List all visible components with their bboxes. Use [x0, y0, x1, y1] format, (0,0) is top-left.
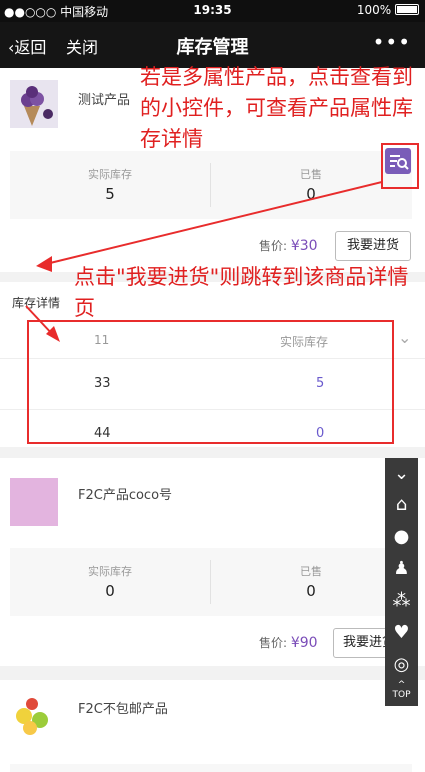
- battery-icon: [395, 4, 419, 15]
- stats-panel: 实际库存 5 已售 0: [10, 151, 412, 219]
- restock-button[interactable]: 我要进货: [335, 231, 411, 261]
- stats-panel: [10, 764, 412, 772]
- status-bar: ●●○○○ 中国移动 19:35 100%: [0, 0, 425, 22]
- stat-sold: 已售 0: [300, 565, 322, 600]
- heart-icon[interactable]: ♥: [385, 620, 418, 646]
- product-name: F2C不包邮产品: [78, 702, 168, 717]
- annotation-top: 若是多属性产品，点击查看到的小控件，可查看产品属性库存详情: [140, 65, 413, 151]
- user-icon[interactable]: ●: [385, 524, 418, 550]
- page-title: 库存管理: [176, 37, 249, 58]
- home-icon[interactable]: ⌂: [385, 492, 418, 518]
- floating-sidebar: ⌄ ⌂ ● ♟ ⁂ ♥ ◎ ^ TOP: [385, 458, 418, 706]
- highlight-box-table: [27, 320, 394, 444]
- product-card: F2C产品coco号 实际库存 0 已售 0 售价: ¥90 我要进货: [0, 458, 425, 666]
- price-label: 售价: ¥90: [259, 635, 318, 651]
- footprint-icon[interactable]: ⁂: [385, 588, 418, 614]
- scroll-top-button[interactable]: ^ TOP: [385, 680, 418, 706]
- product-image[interactable]: [10, 80, 58, 128]
- detail-title: 库存详情: [12, 296, 61, 310]
- stat-actual-stock: 实际库存 5: [88, 168, 132, 203]
- product-name: 测试产品: [78, 93, 131, 108]
- product-image[interactable]: [10, 692, 58, 740]
- stat-actual-stock: 实际库存 0: [88, 565, 132, 600]
- stats-panel: 实际库存 0 已售 0: [10, 548, 412, 616]
- battery-indicator: 100%: [357, 3, 419, 17]
- chevron-down-icon[interactable]: ⌄: [385, 461, 418, 487]
- price-label: 售价: ¥30: [259, 238, 318, 254]
- group-icon[interactable]: ♟: [385, 556, 418, 582]
- product-image[interactable]: [10, 478, 58, 526]
- product-name: F2C产品coco号: [78, 488, 173, 503]
- chevron-down-icon[interactable]: ⌄: [398, 328, 411, 347]
- product-card: F2C不包邮产品: [0, 680, 425, 772]
- annotation-middle: 点击"我要进货"则跳转到该商品详情页: [74, 265, 409, 320]
- more-button[interactable]: •••: [373, 30, 411, 54]
- chat-icon[interactable]: ◎: [385, 652, 418, 678]
- highlight-box-icon: [381, 143, 419, 189]
